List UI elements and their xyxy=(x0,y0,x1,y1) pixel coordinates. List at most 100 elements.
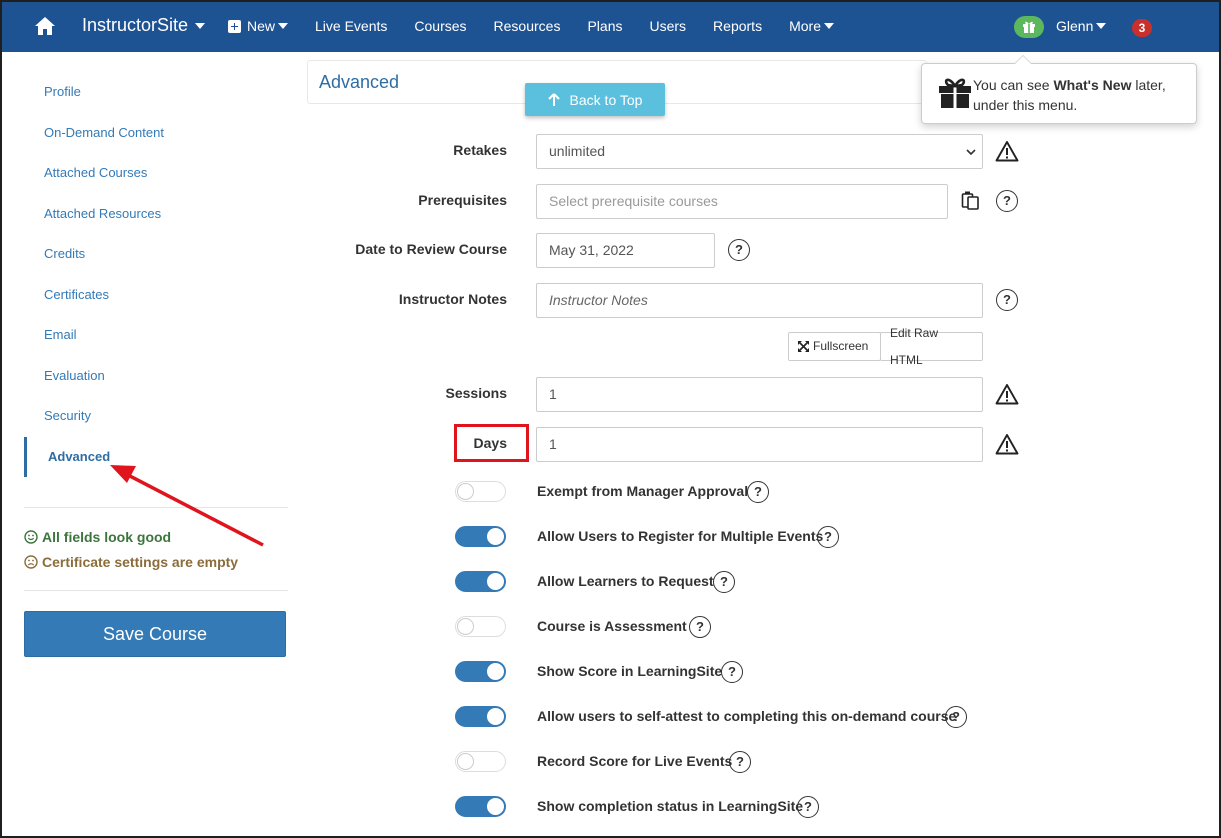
days-highlight-box xyxy=(454,424,529,462)
help-icon[interactable]: ? xyxy=(797,796,819,818)
sessions-label: Sessions xyxy=(445,385,507,401)
nav-courses[interactable]: Courses xyxy=(414,18,466,34)
chevron-down-icon xyxy=(278,23,289,29)
arrow-up-icon xyxy=(547,92,560,106)
toggle-label-record-score-live: Record Score for Live Events xyxy=(537,753,733,769)
prerequisites-input[interactable]: Select prerequisite courses xyxy=(536,184,948,219)
retakes-select[interactable]: unlimited xyxy=(536,134,983,169)
help-icon[interactable]: ? xyxy=(996,190,1018,212)
instructor-notes-label: Instructor Notes xyxy=(398,291,507,307)
sidebar-item-evaluation[interactable]: Evaluation xyxy=(24,356,288,397)
nav-more-label: More xyxy=(789,18,821,34)
toggle-knob xyxy=(457,483,474,500)
prerequisites-label: Prerequisites xyxy=(418,192,507,208)
sidebar-item-certificates[interactable]: Certificates xyxy=(24,275,288,316)
sidebar-divider xyxy=(24,507,288,508)
edit-raw-html-button[interactable]: Edit Raw HTML xyxy=(880,326,983,367)
toggle-register-multiple-events[interactable] xyxy=(455,526,506,547)
fullscreen-label: Fullscreen xyxy=(813,339,869,353)
review-date-input[interactable]: May 31, 2022 xyxy=(536,233,715,268)
page-title: Advanced xyxy=(319,72,400,92)
user-name-label: Glenn xyxy=(1056,18,1094,34)
toggle-learners-request[interactable] xyxy=(455,571,506,592)
top-navbar: InstructorSite New Live Events Courses R… xyxy=(2,2,1219,52)
review-date-label: Date to Review Course xyxy=(355,241,507,257)
nav-plans[interactable]: Plans xyxy=(587,18,622,34)
frown-icon xyxy=(24,554,38,569)
status-good-text: All fields look good xyxy=(42,528,172,545)
nav-new-label: New xyxy=(247,18,276,34)
warning-icon[interactable] xyxy=(995,383,1019,405)
toggle-label-self-attest: Allow users to self-attest to completing… xyxy=(537,708,957,724)
whats-new-popover: You can see What's New later, under this … xyxy=(921,55,1197,124)
toggle-knob xyxy=(457,618,474,635)
sidebar-item-attached-courses[interactable]: Attached Courses xyxy=(24,153,288,194)
chevron-down-icon xyxy=(966,149,976,156)
nav-menu: New Live Events Courses Resources Plans … xyxy=(228,18,861,34)
toggle-knob xyxy=(487,798,504,815)
warning-icon[interactable] xyxy=(995,433,1019,455)
nav-reports[interactable]: Reports xyxy=(713,18,762,34)
days-input[interactable]: 1 xyxy=(536,427,983,462)
help-icon[interactable]: ? xyxy=(996,289,1018,311)
nav-new[interactable]: New xyxy=(228,18,289,34)
gift-icon xyxy=(1023,21,1035,33)
screenshot-frame: InstructorSite New Live Events Courses R… xyxy=(0,0,1221,838)
toggle-exempt-manager-approval[interactable] xyxy=(455,481,506,502)
whats-new-gift-button[interactable] xyxy=(1014,16,1044,38)
toggle-show-score[interactable] xyxy=(455,661,506,682)
toggle-label-show-score: Show Score in LearningSite xyxy=(537,663,723,679)
whats-new-text: You can see What's New later, under this … xyxy=(973,75,1166,115)
toggle-course-is-assessment[interactable] xyxy=(455,616,506,637)
help-icon[interactable]: ? xyxy=(747,481,769,503)
sidebar-item-attached-resources[interactable]: Attached Resources xyxy=(24,194,288,235)
popover-text-bold: What's New xyxy=(1053,77,1132,93)
copy-icon[interactable] xyxy=(961,190,981,210)
notification-badge[interactable]: 3 xyxy=(1132,19,1152,37)
help-icon[interactable]: ? xyxy=(729,751,751,773)
toggle-knob xyxy=(487,663,504,680)
back-to-top-label: Back to Top xyxy=(569,91,643,108)
warning-icon[interactable] xyxy=(995,140,1019,162)
sidebar-item-security[interactable]: Security xyxy=(24,396,288,437)
sidebar-item-profile[interactable]: Profile xyxy=(24,72,288,113)
toggle-label-course-is-assessment: Course is Assessment xyxy=(537,618,687,634)
user-menu[interactable]: Glenn xyxy=(1056,18,1107,34)
course-sidebar: Profile On-Demand Content Attached Cours… xyxy=(24,72,288,657)
toggle-label-show-completion-status: Show completion status in LearningSite xyxy=(537,798,804,814)
sidebar-item-on-demand-content[interactable]: On-Demand Content xyxy=(24,113,288,154)
back-to-top-button[interactable]: Back to Top xyxy=(525,83,665,116)
chevron-down-icon xyxy=(823,23,834,29)
plus-square-icon xyxy=(228,19,241,33)
help-icon[interactable]: ? xyxy=(817,526,839,548)
help-icon[interactable]: ? xyxy=(721,661,743,683)
sidebar-item-credits[interactable]: Credits xyxy=(24,234,288,275)
toggle-record-score-live[interactable] xyxy=(455,751,506,772)
chevron-down-icon xyxy=(1096,23,1107,29)
sessions-input[interactable]: 1 xyxy=(536,377,983,412)
sidebar-item-advanced[interactable]: Advanced xyxy=(24,436,288,477)
toggle-knob xyxy=(487,573,504,590)
sidebar-item-email[interactable]: Email xyxy=(24,315,288,356)
smile-icon xyxy=(24,529,38,544)
nav-live-events[interactable]: Live Events xyxy=(315,18,387,34)
status-good-line: All fields look good xyxy=(24,524,288,549)
nav-resources[interactable]: Resources xyxy=(494,18,561,34)
help-icon[interactable]: ? xyxy=(945,706,967,728)
popover-text-d: under this menu. xyxy=(973,97,1078,113)
toggle-knob xyxy=(487,528,504,545)
save-course-button[interactable]: Save Course xyxy=(24,611,286,657)
brand-menu[interactable]: InstructorSite xyxy=(82,15,206,36)
instructor-notes-editor[interactable]: Instructor Notes xyxy=(536,283,983,318)
toggle-self-attest[interactable] xyxy=(455,706,506,727)
nav-users[interactable]: Users xyxy=(649,18,686,34)
home-icon[interactable] xyxy=(34,15,56,37)
help-icon[interactable]: ? xyxy=(689,616,711,638)
nav-more[interactable]: More xyxy=(789,18,834,34)
help-icon[interactable]: ? xyxy=(728,239,750,261)
popover-text-c: later, xyxy=(1131,77,1166,93)
chevron-down-icon xyxy=(195,22,206,29)
toggle-show-completion-status[interactable] xyxy=(455,796,506,817)
fullscreen-button[interactable]: Fullscreen xyxy=(788,332,881,361)
help-icon[interactable]: ? xyxy=(713,571,735,593)
